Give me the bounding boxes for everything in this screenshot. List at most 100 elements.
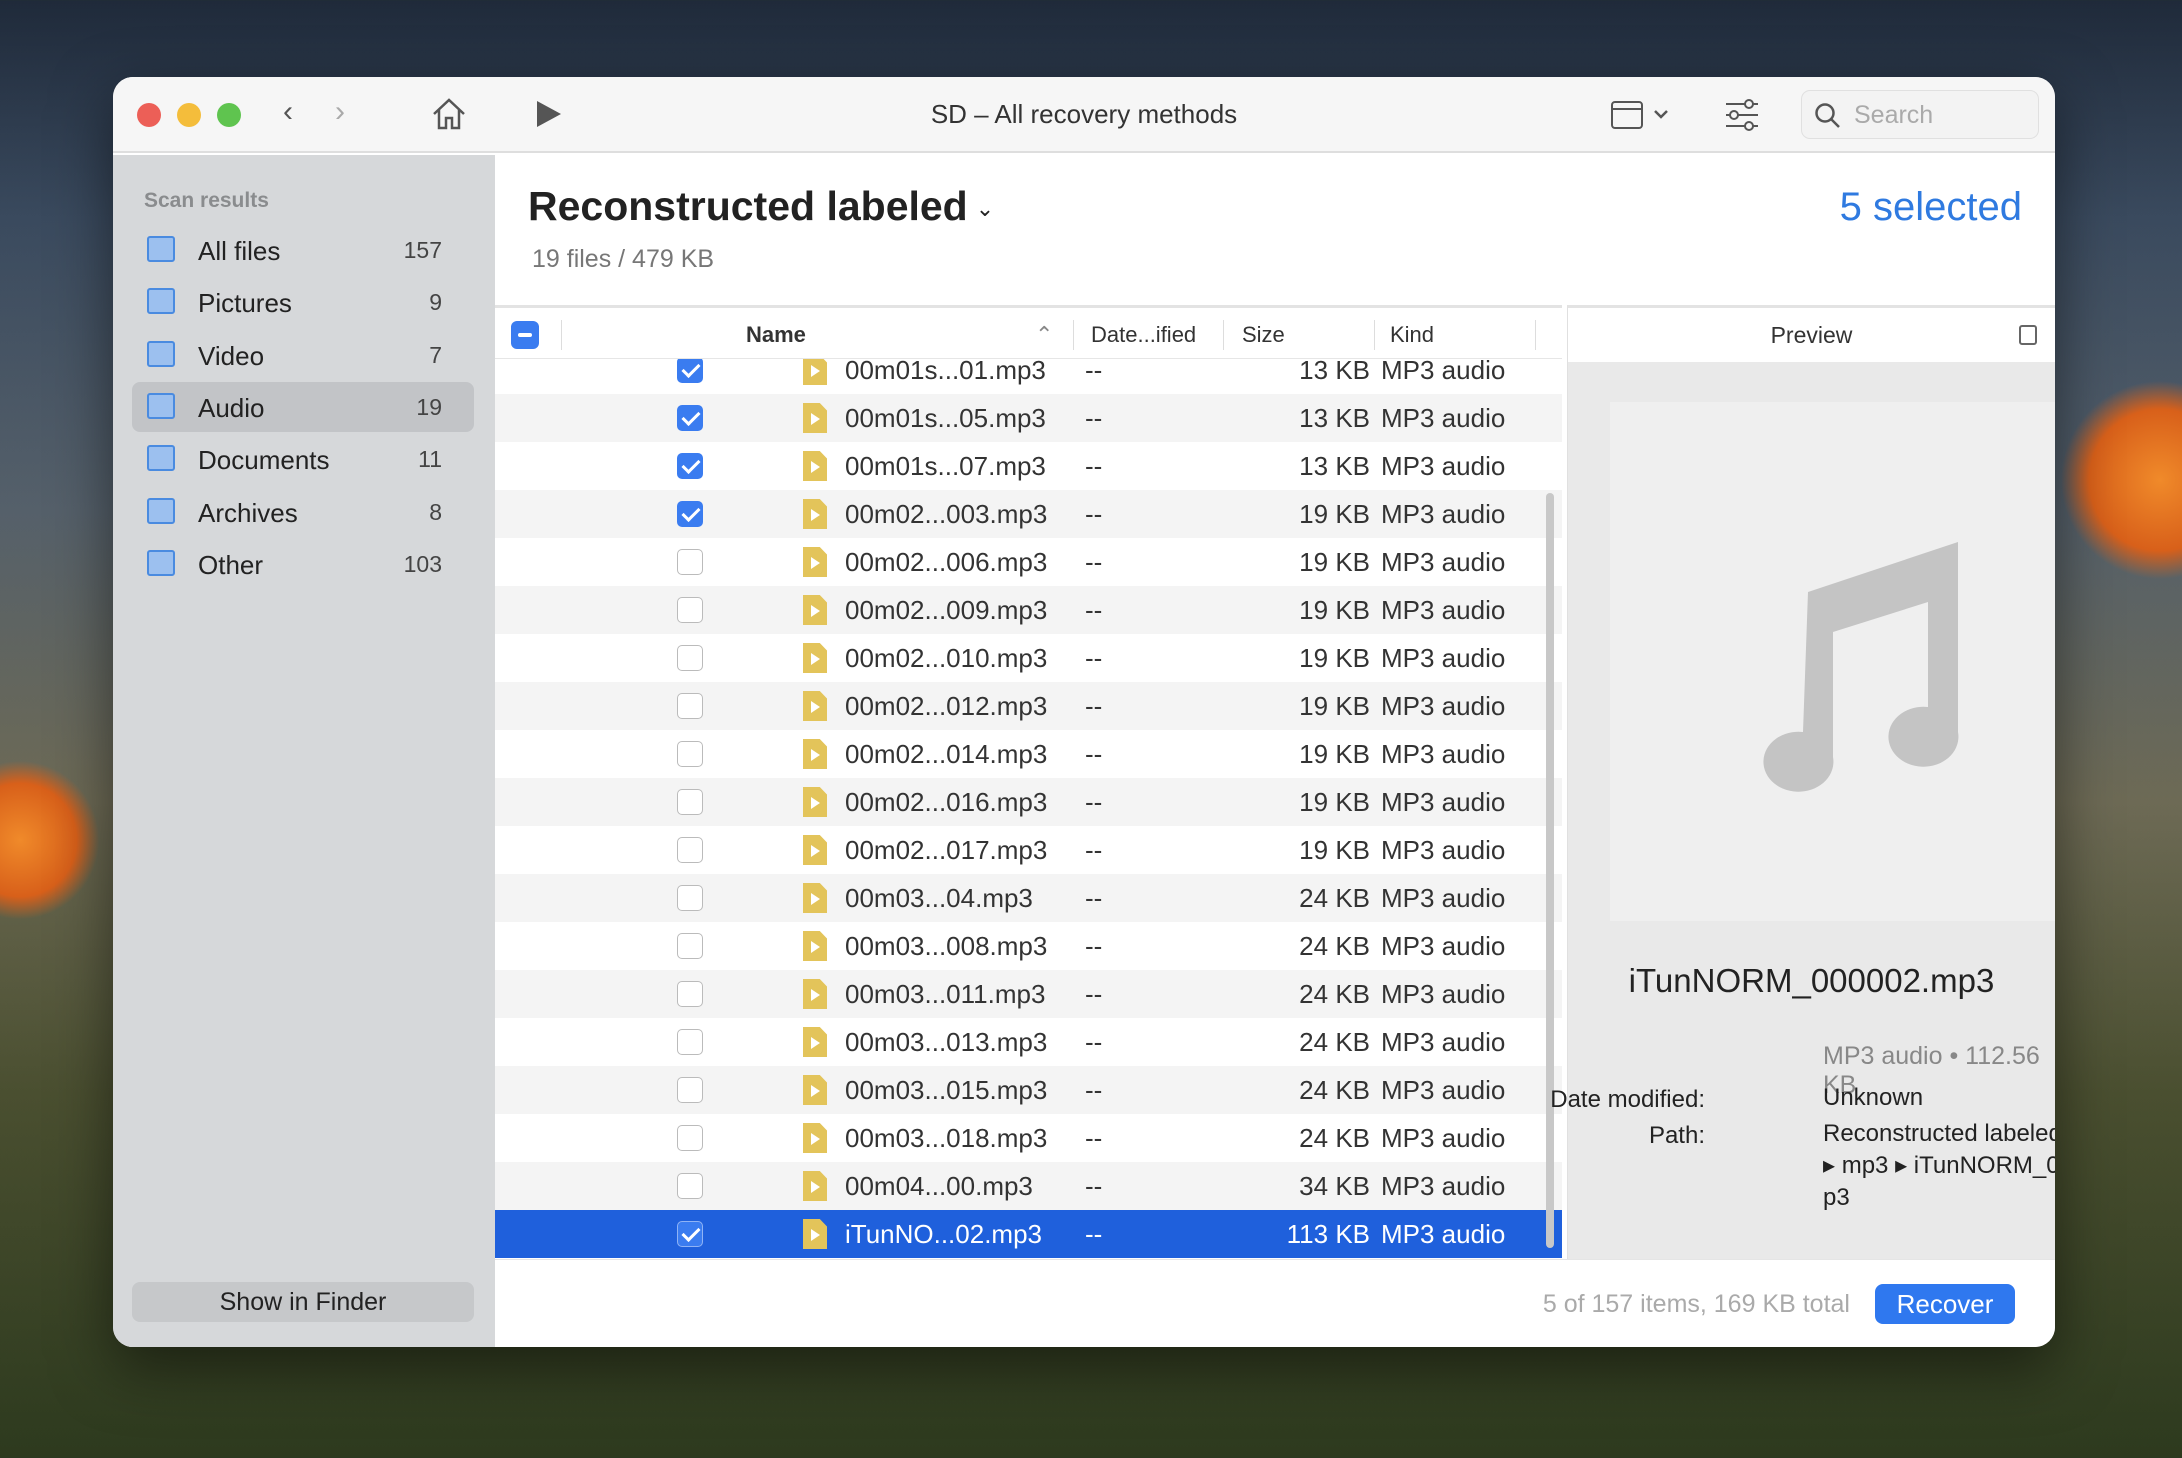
file-row[interactable]: 00m03...015.mp3 -- 24 KB MP3 audio [495, 1066, 1562, 1114]
file-checkbox[interactable] [677, 645, 703, 671]
column-kind[interactable]: Kind [1390, 322, 1434, 348]
file-checkbox[interactable] [677, 453, 703, 479]
preview-heading: Preview [1568, 308, 2055, 362]
file-date: -- [1085, 1171, 1103, 1201]
titlebar: ‹ › SD – All recovery methods [113, 77, 2055, 153]
file-kind: MP3 audio [1381, 595, 1506, 625]
sidebar-item-documents[interactable]: Documents 11 [132, 434, 474, 484]
file-date: -- [1085, 931, 1103, 961]
file-row[interactable]: 00m01s...01.mp3 -- 13 KB MP3 audio [495, 359, 1562, 394]
sidebar-item-other[interactable]: Other 103 [132, 539, 474, 589]
file-name: 00m04...00.mp3 [845, 1171, 1033, 1201]
file-row[interactable]: 00m02...014.mp3 -- 19 KB MP3 audio [495, 730, 1562, 778]
search-field[interactable] [1801, 90, 2039, 139]
file-checkbox[interactable] [677, 1029, 703, 1055]
file-kind: MP3 audio [1381, 835, 1506, 865]
file-row[interactable]: 00m04...00.mp3 -- 34 KB MP3 audio [495, 1162, 1562, 1210]
file-checkbox[interactable] [677, 789, 703, 815]
audio-file-icon [803, 691, 827, 721]
file-date: -- [1085, 1027, 1103, 1057]
sidebar-item-audio[interactable]: Audio 19 [132, 381, 474, 432]
sidebar-item-count: 11 [418, 446, 442, 473]
search-input[interactable] [1854, 99, 2024, 131]
audio-file-icon [803, 835, 827, 865]
recover-button[interactable]: Recover [1875, 1284, 2015, 1324]
show-in-finder-button[interactable]: Show in Finder [132, 1282, 474, 1322]
file-size: 19 KB [1299, 643, 1370, 673]
file-kind: MP3 audio [1381, 1123, 1506, 1153]
column-separator [1374, 320, 1375, 350]
file-row[interactable]: 00m03...018.mp3 -- 24 KB MP3 audio [495, 1114, 1562, 1162]
file-checkbox[interactable] [677, 933, 703, 959]
column-date[interactable]: Date...ified [1091, 322, 1196, 348]
column-name[interactable]: Name [746, 322, 806, 348]
column-separator [1223, 320, 1224, 350]
file-checkbox[interactable] [677, 837, 703, 863]
file-row[interactable]: 00m02...012.mp3 -- 19 KB MP3 audio [495, 682, 1562, 730]
path-label: Path: [1648, 1122, 1705, 1149]
file-row[interactable]: 00m01s...07.mp3 -- 13 KB MP3 audio [495, 442, 1562, 490]
column-header: Name ⌃ Date...ified Size Kind [495, 305, 1562, 359]
audio-file-icon [803, 1219, 827, 1249]
date-value: Unknown [1823, 1084, 1924, 1111]
file-checkbox[interactable] [677, 981, 703, 1007]
sidebar-item-all-files[interactable]: All files 157 [132, 225, 474, 275]
folder-title-dropdown[interactable]: Reconstructed labeled ⌄ [528, 183, 994, 230]
file-checkbox[interactable] [677, 549, 703, 575]
file-checkbox[interactable] [677, 885, 703, 911]
file-row[interactable]: 00m02...016.mp3 -- 19 KB MP3 audio [495, 778, 1562, 826]
preview-image [1610, 402, 2055, 921]
audio-file-icon [803, 499, 827, 529]
file-checkbox[interactable] [677, 359, 703, 383]
select-all-checkbox[interactable] [511, 321, 539, 349]
sidebar-item-label: Documents [198, 445, 330, 476]
file-checkbox[interactable] [677, 1125, 703, 1151]
file-kind: MP3 audio [1381, 739, 1506, 769]
file-row[interactable]: 00m02...010.mp3 -- 19 KB MP3 audio [495, 634, 1562, 682]
sidebar-item-count: 7 [429, 341, 442, 368]
file-row[interactable]: iTunNO...02.mp3 -- 113 KB MP3 audio [495, 1210, 1562, 1258]
file-row[interactable]: 00m02...017.mp3 -- 19 KB MP3 audio [495, 826, 1562, 874]
file-date: -- [1085, 547, 1103, 577]
sort-ascending-icon[interactable]: ⌃ [1035, 322, 1053, 348]
file-date: -- [1085, 451, 1103, 481]
audio-file-icon [803, 1171, 827, 1201]
file-name: 00m03...011.mp3 [845, 979, 1046, 1009]
file-row[interactable]: 00m03...008.mp3 -- 24 KB MP3 audio [495, 922, 1562, 970]
file-checkbox[interactable] [677, 405, 703, 431]
folder-summary: 19 files / 479 KB [532, 245, 715, 273]
scrollbar[interactable] [1546, 493, 1554, 1248]
column-size[interactable]: Size [1242, 322, 1285, 348]
file-checkbox[interactable] [677, 1173, 703, 1199]
file-checkbox[interactable] [677, 1221, 703, 1247]
file-checkbox[interactable] [677, 693, 703, 719]
file-date: -- [1085, 739, 1103, 769]
sidebar-item-archives[interactable]: Archives 8 [132, 487, 474, 537]
file-checkbox[interactable] [677, 741, 703, 767]
sidebar-item-count: 8 [429, 498, 442, 525]
filter-sliders-icon[interactable] [1725, 99, 1759, 131]
file-row[interactable]: 00m02...003.mp3 -- 19 KB MP3 audio [495, 490, 1562, 538]
file-checkbox[interactable] [677, 597, 703, 623]
file-row[interactable]: 00m01s...05.mp3 -- 13 KB MP3 audio [495, 394, 1562, 442]
file-row[interactable]: 00m03...013.mp3 -- 24 KB MP3 audio [495, 1018, 1562, 1066]
other-icon [147, 549, 175, 576]
copy-icon[interactable] [2019, 325, 2037, 345]
file-row[interactable]: 00m03...04.mp3 -- 24 KB MP3 audio [495, 874, 1562, 922]
file-name: iTunNO...02.mp3 [845, 1219, 1043, 1249]
sidebar-item-pictures[interactable]: Pictures 9 [132, 277, 474, 327]
preview-file-name: iTunNORM_000002.mp3 [1628, 962, 1995, 999]
preview-pane: Preview iTunNORM_000002.mp3 MP3 audio • … [1550, 305, 2055, 1259]
app-window: ‹ › SD – All recovery methods Scan resul… [113, 77, 2055, 1347]
audio-file-icon [803, 547, 827, 577]
file-row[interactable]: 00m02...006.mp3 -- 19 KB MP3 audio [495, 538, 1562, 586]
file-name: 00m01s...05.mp3 [845, 403, 1046, 433]
audio-file-icon [803, 787, 827, 817]
file-checkbox[interactable] [677, 501, 703, 527]
file-row[interactable]: 00m03...011.mp3 -- 24 KB MP3 audio [495, 970, 1562, 1018]
file-checkbox[interactable] [677, 1077, 703, 1103]
sidebar-item-video[interactable]: Video 7 [132, 330, 474, 380]
file-row[interactable]: 00m02...009.mp3 -- 19 KB MP3 audio [495, 586, 1562, 634]
view-mode-icon[interactable] [1611, 101, 1673, 129]
file-name: 00m02...006.mp3 [845, 547, 1048, 577]
